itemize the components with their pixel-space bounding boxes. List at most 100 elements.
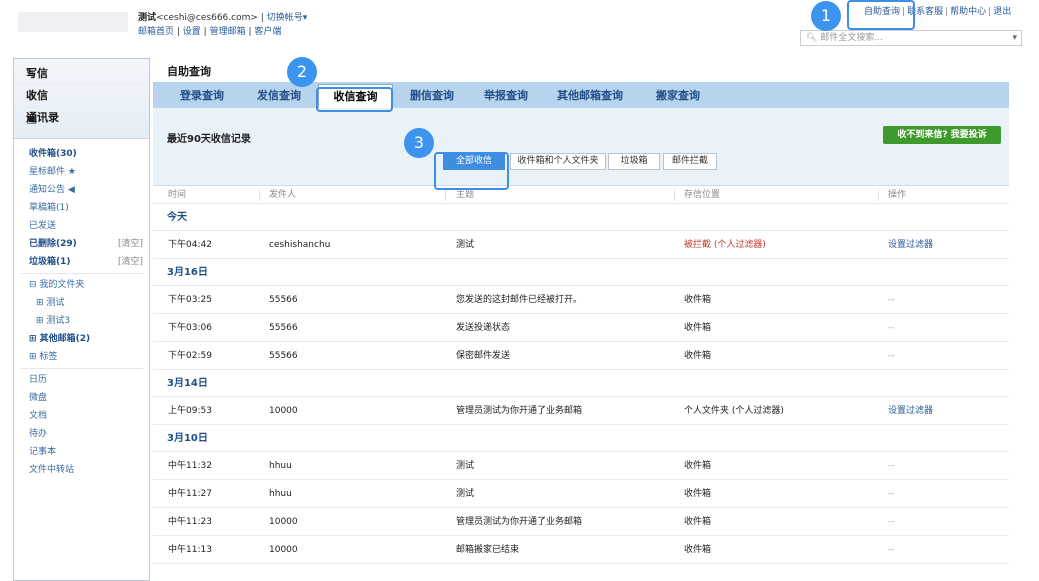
records-table: 今天 下午04:42 ceshishanchu 测试 被拦截 (个人过滤器) 设置过滤器 3… [153, 204, 1009, 564]
tool-item[interactable]: 文档 [14, 407, 149, 425]
top-link[interactable]: 退出 [993, 7, 1011, 17]
cell-subject: 您发送的这封邮件已经被打开。 [456, 295, 583, 305]
table-row[interactable]: 上午09:53 10000 管理员测试为你开通了业务邮箱 个人文件夹 (个人过滤器) 设… [153, 397, 1009, 425]
search-dropdown-icon[interactable]: ▾ [1012, 31, 1017, 45]
sub-link[interactable]: 客户端 [254, 27, 281, 37]
my-folder-item[interactable]: ⊞ 其他邮箱(2) [14, 330, 149, 348]
cell-subject: 保密邮件发送 [456, 351, 511, 361]
folder-item[interactable]: 已删除(29) [清空] [14, 235, 149, 253]
cell-time: 下午04:42 [168, 240, 212, 250]
column-header: 操作 [888, 190, 907, 200]
cell-sender: hhuu [269, 489, 292, 499]
tool-item[interactable]: 记事本 [14, 443, 149, 461]
sub-link[interactable]: 设置 [183, 27, 201, 37]
empty-folder-link[interactable]: [清空] [118, 235, 143, 253]
sidebar-item-compose[interactable]: ✎ 写信 [14, 63, 149, 85]
cell-time: 中午11:13 [168, 545, 212, 555]
cell-sender: 10000 [269, 545, 298, 555]
tab-query-4[interactable]: 举报查询 [471, 84, 541, 108]
compose-panel: ✎ 写信 ⇩ 收信 ▣ 通讯录 [14, 59, 149, 139]
sidebar-item-label: 写信 [26, 67, 48, 80]
cell-time: 中午11:27 [168, 489, 212, 499]
cell-location: 收件箱 [684, 545, 712, 555]
cell-sender: 10000 [269, 517, 298, 527]
folder-item[interactable]: 通知公告 ◀ [14, 181, 149, 199]
query-tabs: 登录查询 发信查询 收信查询 删信查询 举报查询 其他邮箱查询 搬家查询 [153, 82, 1009, 108]
cell-action: -- [888, 323, 895, 333]
cell-sender: 55566 [269, 295, 298, 305]
folder-item[interactable]: 星标邮件 ★ [14, 163, 149, 181]
top-link[interactable]: 帮助中心 [950, 7, 986, 17]
folder-label: 收件箱(30) [29, 149, 77, 159]
folder-item[interactable]: 收件箱(30) [14, 145, 149, 163]
cell-time: 中午11:23 [168, 517, 212, 527]
folder-label: 通知公告 ◀ [29, 185, 75, 195]
filter-button[interactable]: 垃圾箱 [608, 153, 660, 170]
table-row[interactable]: 中午11:13 10000 邮箱搬家已结束 收件箱 -- [153, 536, 1009, 564]
user-name: 测试 [138, 13, 157, 23]
tab-query-3[interactable]: 删信查询 [397, 84, 467, 108]
folder-label: 星标邮件 ★ [29, 167, 76, 177]
empty-folder-link[interactable]: [清空] [118, 253, 143, 271]
cell-time: 下午03:25 [168, 295, 212, 305]
column-divider [259, 189, 260, 201]
filter-button[interactable]: 收件箱和个人文件夹 [510, 153, 606, 170]
user-email: <ceshi@ces666.com> [156, 13, 258, 23]
chevron-down-icon[interactable]: ▾ [303, 13, 308, 23]
my-folder-item[interactable]: ⊞ 测试 [14, 294, 149, 312]
folder-label: 已发送 [29, 221, 57, 231]
cell-action: -- [888, 489, 895, 499]
table-row[interactable]: 下午03:06 55566 发送投递状态 收件箱 -- [153, 314, 1009, 342]
tab-query-6[interactable]: 搬家查询 [643, 84, 713, 108]
tab-query-0[interactable]: 登录查询 [167, 84, 237, 108]
user-info: 测试<ceshi@ces666.com> | 切换帐号▾ 邮箱首页 | 设置 |… [138, 13, 308, 37]
cell-action[interactable]: 设置过滤器 [888, 231, 933, 259]
switch-account-link[interactable]: 切换帐号 [267, 13, 303, 23]
column-divider [674, 189, 675, 201]
folder-item[interactable]: 已发送 [14, 217, 149, 235]
table-row[interactable]: 中午11:27 hhuu 测试 收件箱 -- [153, 480, 1009, 508]
my-folder-item[interactable]: ⊞ 标签 [14, 348, 149, 366]
sidebar-item-contacts[interactable]: ▣ 通讯录 [14, 107, 149, 129]
cell-subject: 测试 [456, 240, 475, 250]
tool-item[interactable]: 文件中转站 [14, 461, 149, 479]
sub-link[interactable]: 管理邮箱 [210, 27, 246, 37]
table-row[interactable]: 下午02:59 55566 保密邮件发送 收件箱 -- [153, 342, 1009, 370]
separator: | [200, 27, 210, 37]
column-header: 发件人 [269, 190, 297, 200]
my-folder-item[interactable]: ⊞ 测试3 [14, 312, 149, 330]
separator: | [988, 7, 992, 17]
sub-link[interactable]: 邮箱首页 [138, 27, 174, 37]
column-header: 存信位置 [684, 190, 721, 200]
cell-sender: 10000 [269, 406, 298, 416]
tab-query-1[interactable]: 发信查询 [244, 84, 314, 108]
table-row[interactable]: 下午03:25 55566 您发送的这封邮件已经被打开。 收件箱 -- [153, 286, 1009, 314]
cell-action: -- [888, 545, 895, 555]
table-row[interactable]: 下午04:42 ceshishanchu 测试 被拦截 (个人过滤器) 设置过滤器 [153, 231, 1009, 259]
folder-item[interactable]: 垃圾箱(1) [清空] [14, 253, 149, 271]
cell-subject: 管理员测试为你开通了业务邮箱 [456, 517, 583, 527]
complain-button[interactable]: 收不到来信? 我要投诉 [883, 126, 1001, 144]
search-input[interactable]: 🔍︎ 邮件全文搜索... ▾ [800, 30, 1022, 46]
table-row[interactable]: 中午11:23 10000 管理员测试为你开通了业务邮箱 收件箱 -- [153, 508, 1009, 536]
sidebar-item-receive[interactable]: ⇩ 收信 [14, 85, 149, 107]
my-folder-item[interactable]: ⊟ 我的文件夹 [14, 276, 149, 294]
callout-badge-3: 3 [404, 128, 434, 158]
column-divider [878, 189, 879, 201]
tab-query-5[interactable]: 其他邮箱查询 [545, 84, 635, 108]
cell-subject: 发送投递状态 [456, 323, 511, 333]
table-row[interactable]: 中午11:32 hhuu 测试 收件箱 -- [153, 452, 1009, 480]
divider [20, 368, 143, 369]
cell-sender: 55566 [269, 351, 298, 361]
folder-item[interactable]: 草稿箱(1) [14, 199, 149, 217]
tool-item[interactable]: 微盘 [14, 389, 149, 407]
cell-action[interactable]: 设置过滤器 [888, 397, 933, 425]
folder-list: 收件箱(30) 星标邮件 ★ 通知公告 ◀ 草稿箱(1) 已发送已删除(29) [清空] 垃… [14, 139, 149, 479]
tool-item[interactable]: 日历 [14, 371, 149, 389]
highlight-box-3 [434, 152, 509, 190]
records-panel: 最近90天收信记录 收不到来信? 我要投诉 全部收信 收件箱和个人文件夹 垃圾箱 邮件… [153, 108, 1009, 186]
cell-sender: hhuu [269, 461, 292, 471]
date-group-header: 3月10日 [153, 425, 1009, 452]
filter-button[interactable]: 邮件拦截 [663, 153, 717, 170]
tool-item[interactable]: 待办 [14, 425, 149, 443]
